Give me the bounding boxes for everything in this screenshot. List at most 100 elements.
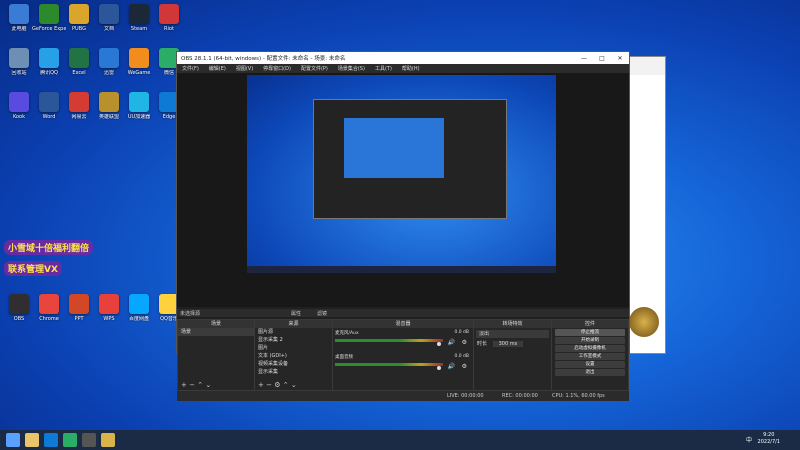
desktop-icon[interactable]: PPT — [62, 294, 96, 330]
stop-streaming-button[interactable]: 停止推流 — [555, 329, 625, 336]
move-up-icon[interactable]: ⌃ — [283, 381, 289, 389]
desktop-icon[interactable]: 此电脑 — [2, 4, 36, 40]
transition-duration: 时长 300 ms — [474, 340, 551, 348]
speaker-icon[interactable]: 🔊 — [448, 339, 455, 346]
desktop-icon[interactable]: Riot — [152, 4, 186, 40]
desktop-icon[interactable]: 网易云 — [62, 92, 96, 128]
desktop-icon[interactable]: 百度网盘 — [122, 294, 156, 330]
desktop-icon[interactable]: WPS — [92, 294, 126, 330]
source-item[interactable]: 图片源 — [255, 328, 332, 336]
program-preview[interactable] — [247, 75, 556, 273]
remove-icon[interactable]: − — [189, 381, 195, 389]
add-icon[interactable]: + — [258, 381, 264, 389]
desktop-icon[interactable]: PUBG — [62, 4, 96, 40]
desktop-icon[interactable]: OBS — [2, 294, 36, 330]
menu-help[interactable]: 帮助(H) — [402, 65, 420, 72]
file-explorer-icon[interactable] — [25, 433, 39, 447]
mixer-channel: 麦克风/Aux 0.0 dB 🔊 ⚙ — [335, 330, 471, 348]
duration-input[interactable]: 300 ms — [492, 341, 524, 347]
desktop-icon[interactable]: UU加速器 — [122, 92, 156, 128]
desktop-icon-label: Word — [42, 114, 56, 120]
properties-button[interactable]: 属性 — [291, 310, 301, 317]
desktop-icon[interactable]: 英雄联盟 — [92, 92, 126, 128]
desktop-icon[interactable]: 腾讯QQ — [32, 48, 66, 84]
app-icon — [9, 4, 29, 24]
gear-icon[interactable]: ⚙ — [274, 381, 280, 389]
gear-icon[interactable]: ⚙ — [462, 363, 467, 370]
edge-icon[interactable] — [44, 433, 58, 447]
controls-dock: 控件 停止推流 开始录制 启动虚拟摄像机 工作室模式 设置 退出 — [551, 319, 629, 391]
speaker-icon[interactable]: 🔊 — [448, 363, 455, 370]
desktop-icon[interactable]: Steam — [122, 4, 156, 40]
menu-tools[interactable]: 工具(T) — [375, 65, 392, 72]
minimize-button[interactable]: — — [575, 55, 593, 62]
menu-edit[interactable]: 编辑(E) — [209, 65, 226, 72]
no-source-label: 未选择源 — [180, 311, 201, 317]
desktop-icon[interactable]: 迅雷 — [92, 48, 126, 84]
source-item[interactable]: 显示采集 2 — [255, 336, 332, 344]
desktop-icon[interactable]: WeGame — [122, 48, 156, 84]
desktop-icon[interactable]: GeForce Experience — [32, 4, 66, 40]
desktop-icon[interactable]: Chrome — [32, 294, 66, 330]
promo-line-2: 联系管理VX — [4, 261, 62, 276]
app-icon — [69, 4, 89, 24]
move-down-icon[interactable]: ⌄ — [205, 381, 211, 389]
maximize-button[interactable]: □ — [593, 55, 611, 62]
scene-item[interactable]: 场景 — [178, 328, 254, 336]
app-icon — [99, 48, 119, 68]
obs-taskbar-icon[interactable] — [82, 433, 96, 447]
desktop-icon-label: 此电脑 — [11, 26, 27, 32]
sources-dock-footer: + − ⚙ ⌃ ⌄ — [255, 381, 332, 390]
move-down-icon[interactable]: ⌄ — [291, 381, 297, 389]
taskbar: 中 9:20 2022/7/1 — [0, 430, 800, 450]
menu-view[interactable]: 视图(V) — [236, 65, 253, 72]
transition-select[interactable]: 淡出 — [476, 330, 549, 338]
clock[interactable]: 9:20 2022/7/1 — [758, 432, 780, 446]
obs-window: OBS 28.1.1 (64-bit, windows) - 配置文件: 未命名… — [176, 51, 630, 401]
desktop-icon-label: Steam — [130, 26, 148, 32]
desktop-icon[interactable]: Excel — [62, 48, 96, 84]
source-item[interactable]: 文本 (GDI+) — [255, 352, 332, 360]
menu-docks[interactable]: 停靠窗口(D) — [263, 65, 291, 72]
start-icon[interactable] — [6, 433, 20, 447]
settings-button[interactable]: 设置 — [555, 361, 625, 368]
start-recording-button[interactable]: 开始录制 — [555, 337, 625, 344]
desktop-icon[interactable]: Kook — [2, 92, 36, 128]
gear-icon[interactable]: ⚙ — [462, 339, 467, 346]
obs-menubar: 文件(F) 编辑(E) 视图(V) 停靠窗口(D) 配置文件(P) 场景集合(S… — [177, 64, 629, 73]
menu-file[interactable]: 文件(F) — [182, 65, 199, 72]
studio-mode-button[interactable]: 工作室模式 — [555, 353, 625, 360]
desktop-icon[interactable]: Word — [32, 92, 66, 128]
menu-profile[interactable]: 配置文件(P) — [301, 65, 328, 72]
filters-button[interactable]: 滤镜 — [317, 310, 327, 317]
input-language[interactable]: 中 — [746, 435, 752, 444]
close-button[interactable]: ✕ — [611, 55, 629, 62]
channel-name: 桌面音频 — [335, 355, 353, 360]
app-icon — [39, 92, 59, 112]
desktop-icon-label: PPT — [74, 316, 84, 322]
app-icon — [39, 48, 59, 68]
volume-slider[interactable] — [437, 366, 441, 370]
source-item[interactable]: 视频采集设备 — [255, 360, 332, 368]
game-taskbar-icon[interactable] — [101, 433, 115, 447]
source-item[interactable]: 显示采集 — [255, 368, 332, 376]
obs-titlebar[interactable]: OBS 28.1.1 (64-bit, windows) - 配置文件: 未命名… — [177, 52, 629, 64]
clock-date: 2022/7/1 — [757, 439, 780, 445]
virtual-camera-button[interactable]: 启动虚拟摄像机 — [555, 345, 625, 352]
menu-scene-collection[interactable]: 场景集合(S) — [338, 65, 365, 72]
desktop-icon[interactable]: 文档 — [92, 4, 126, 40]
volume-slider[interactable] — [437, 342, 441, 346]
app-icon — [129, 4, 149, 24]
rec-status: REC: 00:00:00 — [502, 393, 538, 399]
desktop-icon-label: 英雄联盟 — [98, 114, 119, 120]
add-icon[interactable]: + — [181, 381, 187, 389]
desktop-icon[interactable]: 回收站 — [2, 48, 36, 84]
wechat-icon[interactable] — [63, 433, 77, 447]
obs-statusbar: LIVE: 00:00:00 REC: 00:00:00 CPU: 1.1%, … — [177, 391, 629, 401]
remove-icon[interactable]: − — [266, 381, 272, 389]
exit-button[interactable]: 退出 — [555, 369, 625, 376]
source-item[interactable]: 图片 — [255, 344, 332, 352]
sources-dock-title: 来源 — [255, 320, 332, 328]
source-toolbar: 未选择源 属性 滤镜 — [177, 309, 629, 317]
move-up-icon[interactable]: ⌃ — [197, 381, 203, 389]
